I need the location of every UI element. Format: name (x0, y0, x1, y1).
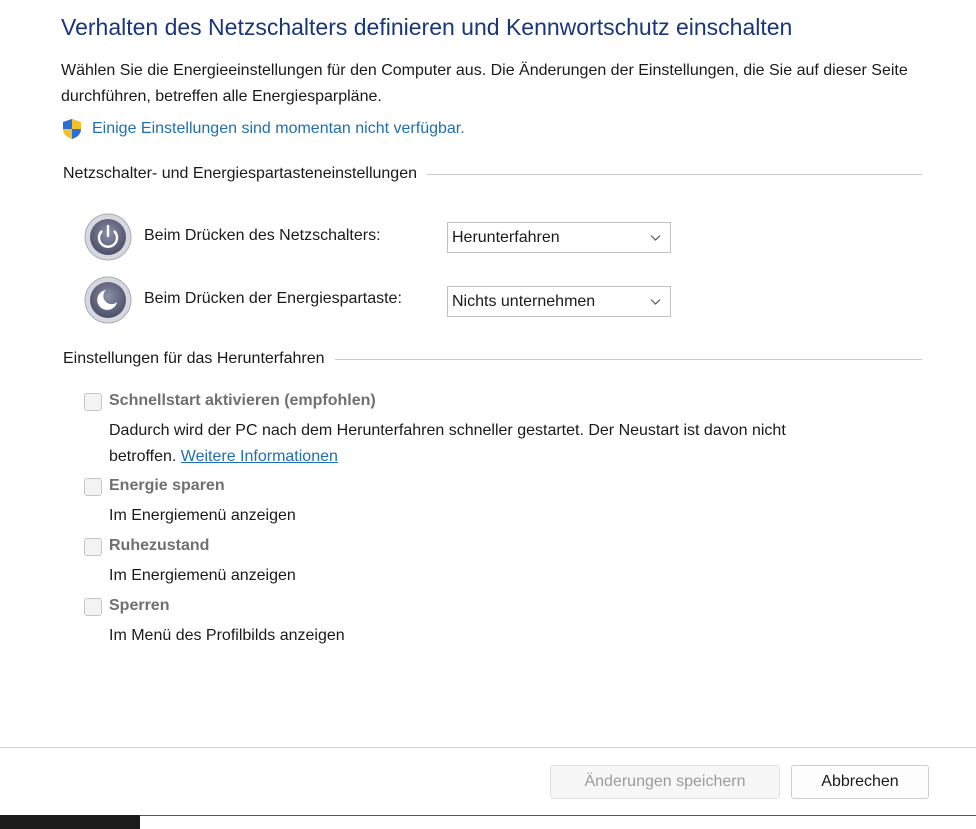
shutdown-section-header: Einstellungen für das Herunterfahren (63, 350, 922, 368)
power-icon (84, 213, 132, 261)
save-changes-button[interactable]: Änderungen speichern (550, 765, 780, 799)
power-section-header: Netzschalter- und Energiespartasteneinst… (63, 165, 922, 183)
section-divider (427, 173, 922, 175)
lock-option-description: Im Menü des Profilbilds anzeigen (109, 627, 345, 644)
power-button-action-select[interactable]: Herunterfahren (447, 222, 671, 253)
power-button-action-value: Herunterfahren (452, 228, 560, 246)
uac-shield-icon (63, 119, 81, 139)
fast-startup-title: Schnellstart aktivieren (empfohlen) (109, 392, 376, 409)
sleep-option-description: Im Energiemenü anzeigen (109, 507, 296, 524)
fast-startup-desc-line2: betroffen. Weitere Informationen (109, 444, 786, 470)
fast-startup-checkbox[interactable] (84, 393, 102, 411)
hibernate-option-title: Ruhezustand (109, 537, 210, 554)
fast-startup-desc-line1: Dadurch wird der PC nach dem Herunterfah… (109, 422, 786, 439)
section-divider (334, 358, 922, 360)
sleep-button-label: Beim Drücken der Energiespartaste: (144, 290, 402, 307)
hibernate-option-description: Im Energiemenü anzeigen (109, 567, 296, 584)
taskbar-fragment (0, 815, 140, 829)
lock-option-title: Sperren (109, 597, 170, 614)
page-title: Verhalten des Netzschalters definieren u… (61, 14, 793, 40)
power-button-label: Beim Drücken des Netzschalters: (144, 227, 381, 244)
sleep-checkbox[interactable] (84, 478, 102, 496)
sleep-button-action-select[interactable]: Nichts unternehmen (447, 286, 671, 317)
lock-checkbox[interactable] (84, 598, 102, 616)
unavailable-settings-link[interactable]: Einige Einstellungen sind momentan nicht… (92, 120, 465, 138)
unavailable-settings-notice[interactable]: Einige Einstellungen sind momentan nicht… (61, 117, 465, 141)
power-button-row: Beim Drücken des Netzschalters: (84, 213, 381, 261)
power-section-heading: Netzschalter- und Energiespartasteneinst… (63, 165, 417, 182)
sleep-option-title: Energie sparen (109, 477, 225, 494)
shutdown-section-heading: Einstellungen für das Herunterfahren (63, 350, 325, 367)
chevron-down-icon (650, 235, 661, 241)
more-info-link[interactable]: Weitere Informationen (181, 448, 338, 465)
fast-startup-desc-text: betroffen. (109, 448, 177, 465)
cancel-button[interactable]: Abbrechen (791, 765, 929, 799)
sleep-button-row: Beim Drücken der Energiespartaste: (84, 276, 402, 324)
page-description: Wählen Sie die Energieeinstellungen für … (61, 62, 908, 105)
window-border (140, 815, 976, 816)
chevron-down-icon (650, 299, 661, 305)
window-bottom-edge (0, 815, 976, 829)
hibernate-checkbox[interactable] (84, 538, 102, 556)
footer-divider (0, 747, 976, 748)
sleep-icon (84, 276, 132, 324)
sleep-button-action-value: Nichts unternehmen (452, 292, 596, 310)
fast-startup-description: Dadurch wird der PC nach dem Herunterfah… (109, 418, 786, 470)
